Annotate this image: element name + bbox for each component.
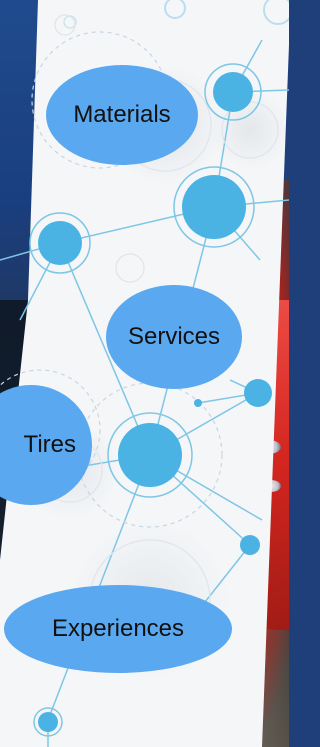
experiences-bubble: Experiences: [4, 585, 232, 673]
node-ring: [263, 0, 289, 25]
materials-bubble: Materials: [46, 65, 198, 165]
tires-label: Tires: [23, 431, 76, 458]
node-circle: [38, 221, 82, 265]
materials-label: Materials: [73, 101, 171, 128]
infographic: Materials Services Tires Experiences: [0, 0, 289, 747]
node-circle: [182, 175, 246, 239]
node-circle: [213, 72, 253, 112]
services-label: Services: [127, 323, 221, 350]
services-bubble: Services: [106, 285, 242, 389]
node-ring: [164, 0, 186, 19]
node-circle: [38, 712, 58, 732]
node-circle: [118, 423, 182, 487]
node-circle: [240, 535, 260, 555]
node-circle: [244, 379, 272, 407]
node-circle: [194, 399, 202, 407]
experiences-label: Experiences: [51, 615, 185, 642]
